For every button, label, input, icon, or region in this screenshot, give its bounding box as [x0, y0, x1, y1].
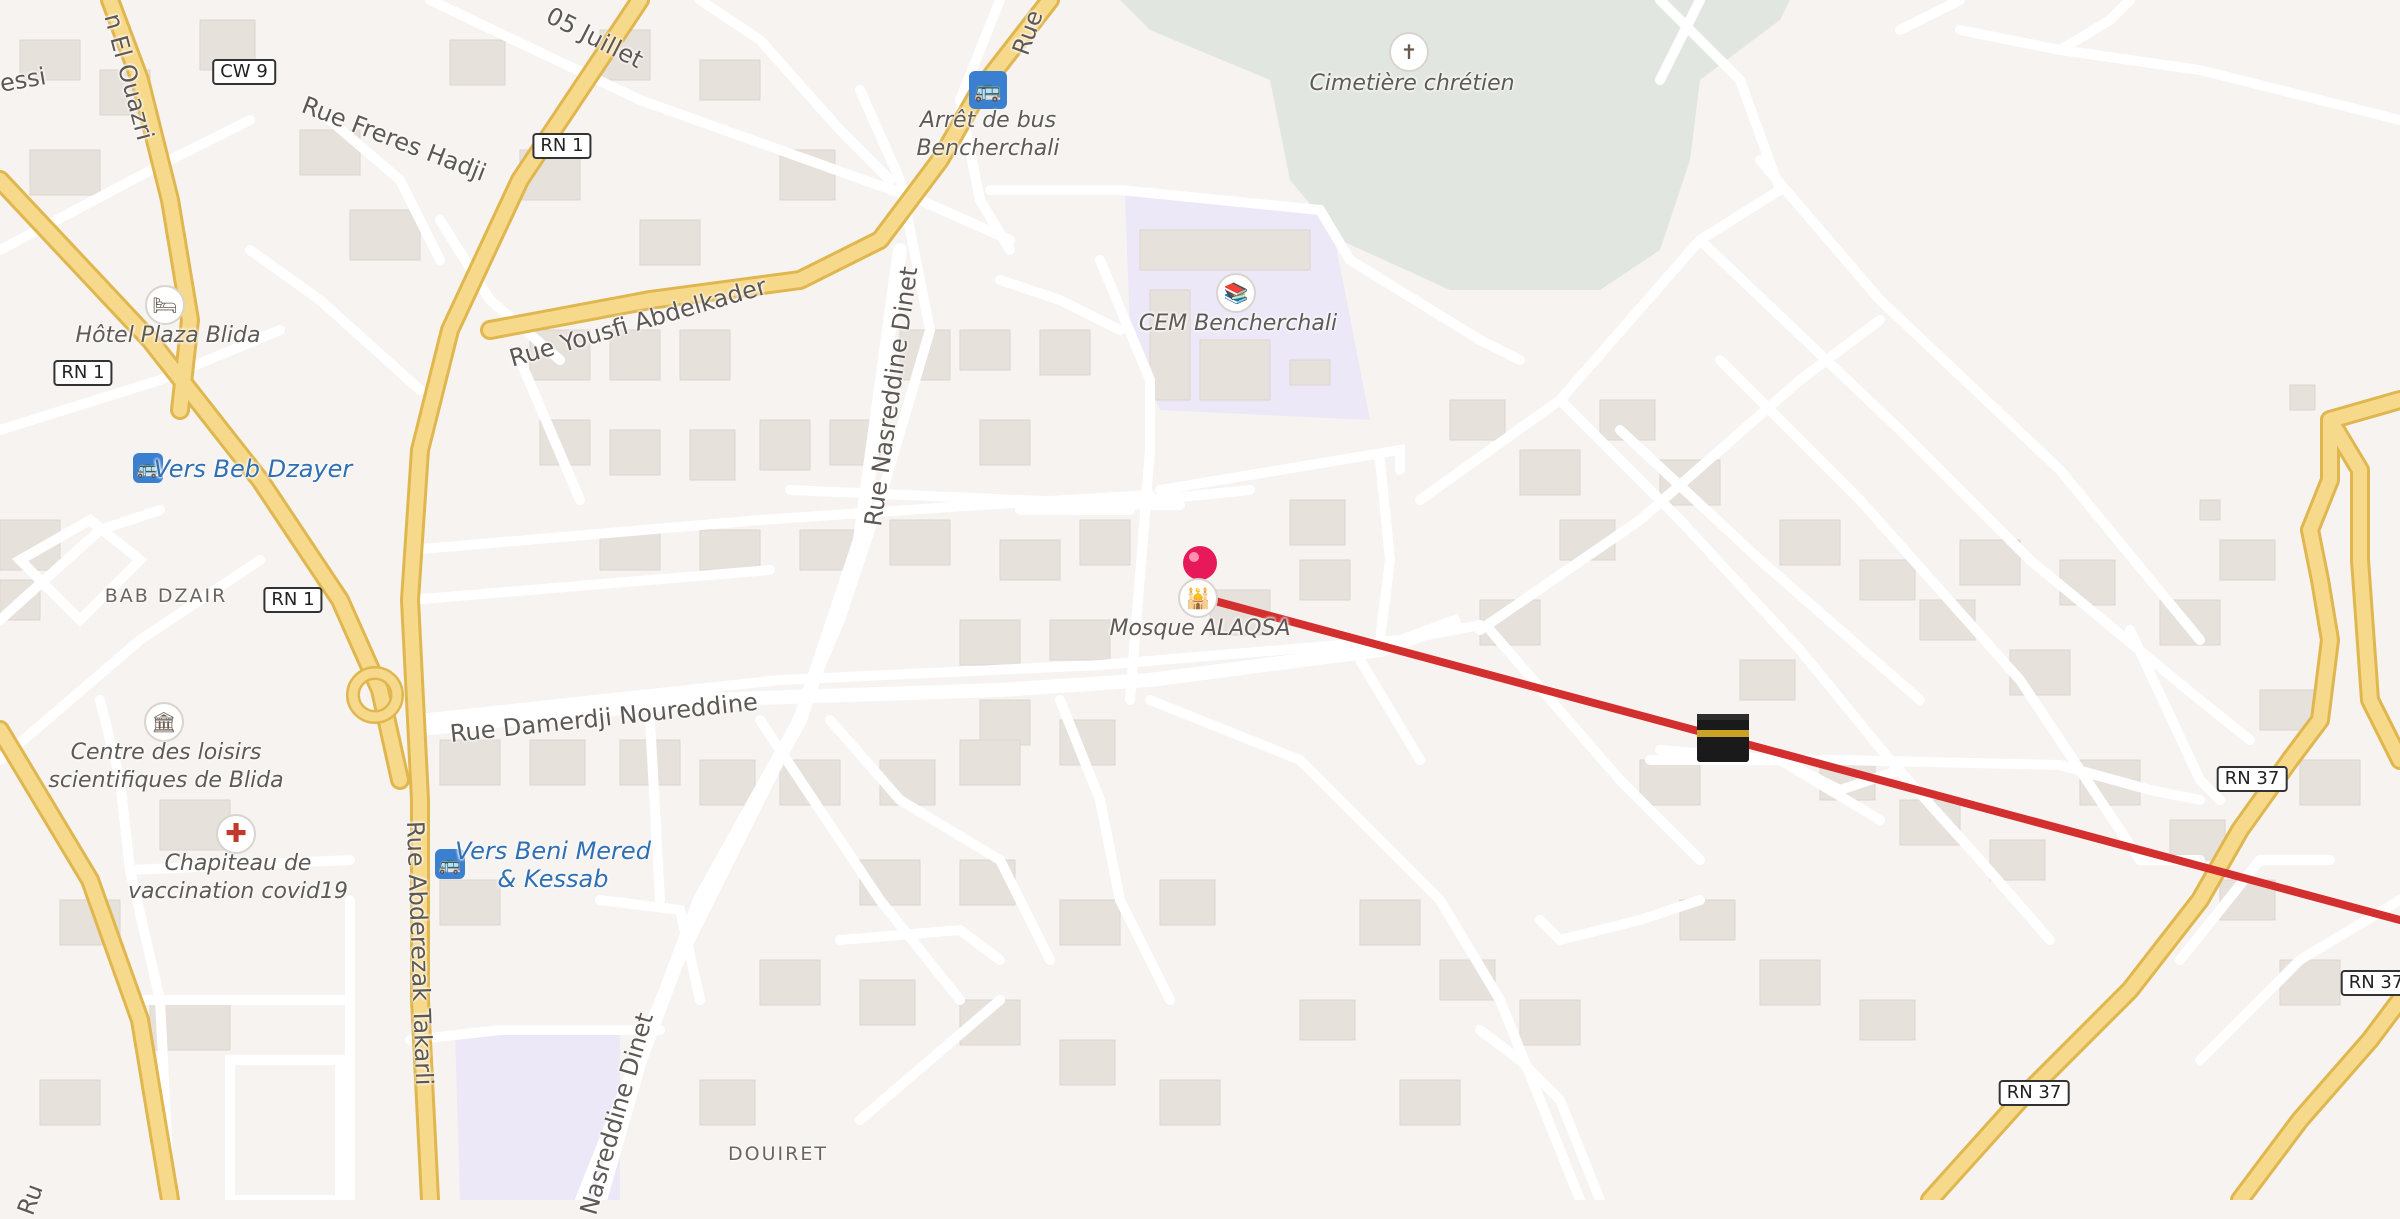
road-shield-rn37: RN 37	[1998, 1080, 2070, 1106]
road-shield-rn1: RN 1	[263, 587, 323, 613]
place-label-cimetiere[interactable]: Cimetière chrétien	[1309, 70, 1514, 98]
medical-cross-icon[interactable]: ✚	[216, 814, 256, 854]
cemetery-icon[interactable]: ✝	[1389, 32, 1429, 72]
museum-icon[interactable]: 🏛	[144, 702, 184, 742]
district-label-douiret: DOUIRET	[728, 1143, 828, 1165]
place-label-chapiteau[interactable]: Chapiteau de vaccination covid19	[128, 850, 348, 906]
district-label-bab-dzair: BAB DZAIR	[104, 585, 228, 607]
place-label-arret[interactable]: Arrêt de bus Bencherchali	[917, 107, 1060, 163]
place-label-centre-loisirs[interactable]: Centre des loisirs scientifiques de Blid…	[48, 739, 283, 795]
road-shield-rn1: RN 1	[532, 133, 592, 159]
place-label-cem[interactable]: CEM Bencherchali	[1139, 310, 1337, 338]
bus-icon[interactable]: 🚌	[969, 71, 1007, 109]
place-label-beb-dzayer[interactable]: Vers Beb Dzayer	[154, 455, 353, 483]
road-shield-rn37: RN 37	[2216, 766, 2288, 792]
place-label-mosque[interactable]: Mosque ALAQSA	[1109, 615, 1290, 643]
place-label-hotel[interactable]: Hôtel Plaza Blida	[76, 322, 261, 350]
school-icon[interactable]: 📚	[1216, 273, 1256, 313]
road-shield-rn1: RN 1	[53, 360, 113, 386]
road-shield-cw9: CW 9	[212, 59, 276, 85]
road-shield-rn37: RN 37	[2340, 970, 2400, 996]
kaaba-icon[interactable]	[1697, 714, 1749, 762]
bed-icon[interactable]: 🛏	[145, 285, 185, 325]
mosque-icon[interactable]: 🕌	[1178, 578, 1218, 618]
place-label-beni-mered[interactable]: Vers Beni Mered & Kessab	[455, 837, 651, 893]
